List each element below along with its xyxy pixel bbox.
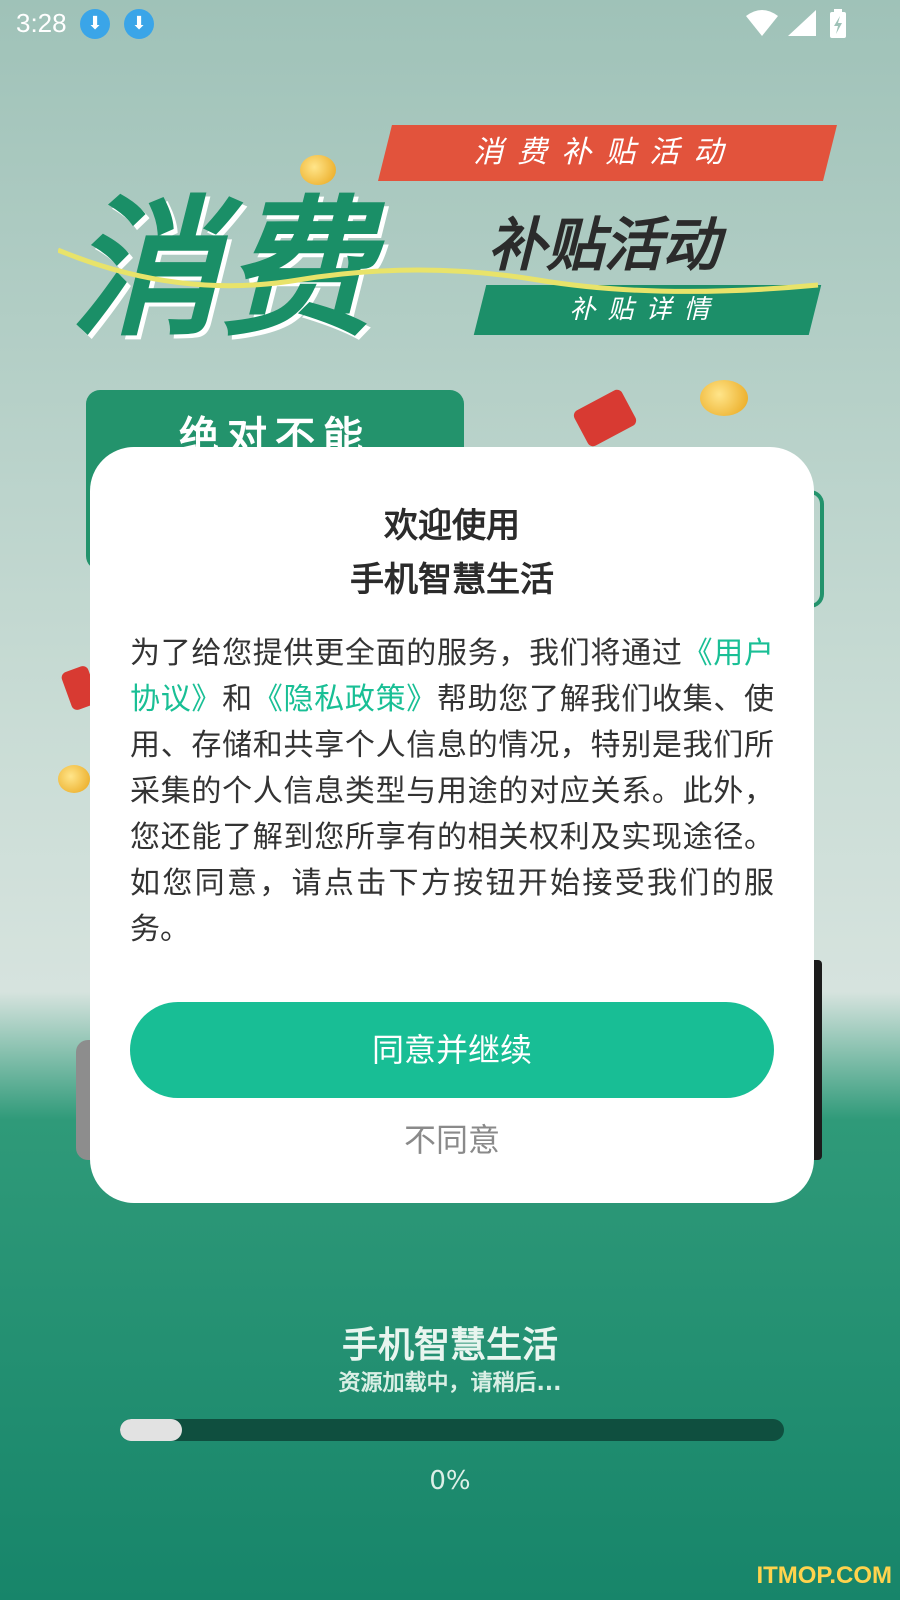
- signal-icon: [788, 10, 816, 36]
- red-envelope-icon: [571, 387, 639, 449]
- disagree-button[interactable]: 不同意: [90, 1115, 814, 1161]
- wifi-icon: [746, 10, 778, 36]
- dialog-body-text: 为了给您提供更全面的服务，我们将通过: [130, 636, 683, 671]
- privacy-policy-link[interactable]: 《隐私政策》: [253, 682, 437, 717]
- download-icon: ⬇: [80, 9, 110, 39]
- privacy-dialog: 欢迎使用 手机智慧生活 为了给您提供更全面的服务，我们将通过《用户协议》和《隐私…: [90, 447, 814, 1203]
- loading-progress-fill: [120, 1419, 182, 1441]
- download-icon: ⬇: [124, 9, 154, 39]
- coin-icon: [300, 155, 336, 185]
- decorative-swoosh: [58, 247, 819, 294]
- watermark: ITMOP.COM: [756, 1562, 892, 1589]
- progress-percent: 0%: [429, 1466, 471, 1496]
- agree-and-continue-button[interactable]: 同意并继续: [130, 1002, 774, 1098]
- loading-progress-bar: [120, 1419, 784, 1441]
- dialog-title-line1: 欢迎使用: [384, 506, 520, 546]
- coin-icon: [58, 765, 90, 793]
- dialog-body: 为了给您提供更全面的服务，我们将通过《用户协议》和《隐私政策》帮助您了解我们收集…: [130, 631, 774, 953]
- loading-text: 资源加载中，请稍后...: [338, 1371, 562, 1396]
- status-time: 3:28: [16, 8, 67, 38]
- dialog-body-text: 帮助您了解我们收集、使用、存储和共享个人信息的情况，特别是我们所采集的个人信息类…: [130, 682, 775, 947]
- status-bar: 3:28 ⬇ ⬇: [0, 0, 900, 48]
- battery-charging-icon: [830, 9, 846, 38]
- dialog-body-and: 和: [222, 682, 253, 717]
- app-name: 手机智慧生活: [341, 1325, 558, 1366]
- promo-tag: 消费补贴活动: [378, 125, 837, 181]
- coin-icon: [700, 380, 748, 416]
- system-icons: [744, 8, 854, 44]
- dialog-title-line2: 手机智慧生活: [350, 560, 554, 600]
